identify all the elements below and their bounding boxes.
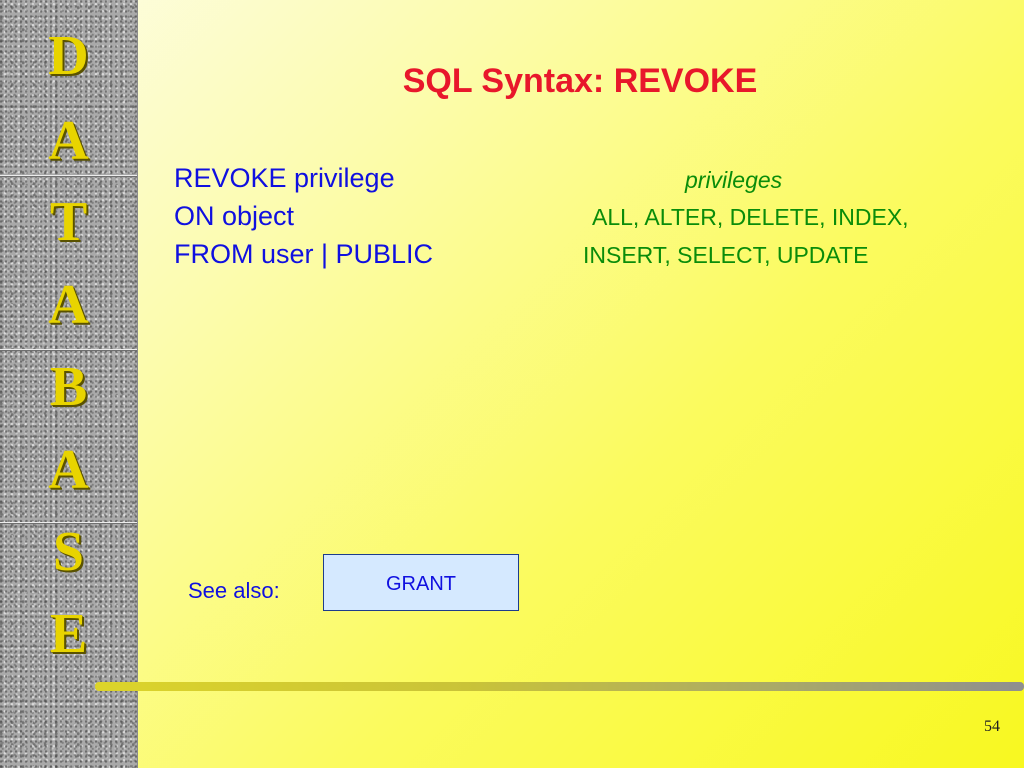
see-also-label: See also: bbox=[188, 578, 280, 603]
sidebar-divider bbox=[0, 349, 137, 350]
syntax-line-on: ON object bbox=[174, 201, 295, 231]
sidebar-divider bbox=[0, 175, 137, 176]
sidebar-letter-e: E bbox=[49, 603, 88, 665]
sidebar-letter-a: A bbox=[48, 110, 89, 172]
privileges-line-1: ALL, ALTER, DELETE, INDEX, bbox=[592, 204, 909, 230]
sidebar-letter-a: A bbox=[48, 439, 89, 501]
grant-link-label: GRANT bbox=[386, 573, 456, 595]
syntax-line-from: FROM user | PUBLIC bbox=[174, 239, 434, 269]
sidebar-letter-t: T bbox=[49, 191, 88, 253]
sidebar-letter-a: A bbox=[48, 274, 89, 336]
syntax-line-revoke: REVOKE privilege bbox=[174, 163, 395, 193]
privileges-line-2: INSERT, SELECT, UPDATE bbox=[583, 242, 869, 268]
privileges-heading: privileges bbox=[685, 167, 783, 193]
slide-title: SQL Syntax: REVOKE bbox=[402, 62, 758, 100]
sidebar-letter-s: S bbox=[52, 521, 85, 583]
sidebar-letter-d: D bbox=[48, 25, 89, 87]
grant-link-button[interactable]: GRANT bbox=[323, 554, 519, 611]
sidebar-letter-b: B bbox=[49, 356, 88, 418]
page-number: 54 bbox=[984, 718, 1000, 735]
sidebar-granite: D A T A B A S E bbox=[0, 0, 138, 768]
footer-rule bbox=[95, 682, 1024, 691]
